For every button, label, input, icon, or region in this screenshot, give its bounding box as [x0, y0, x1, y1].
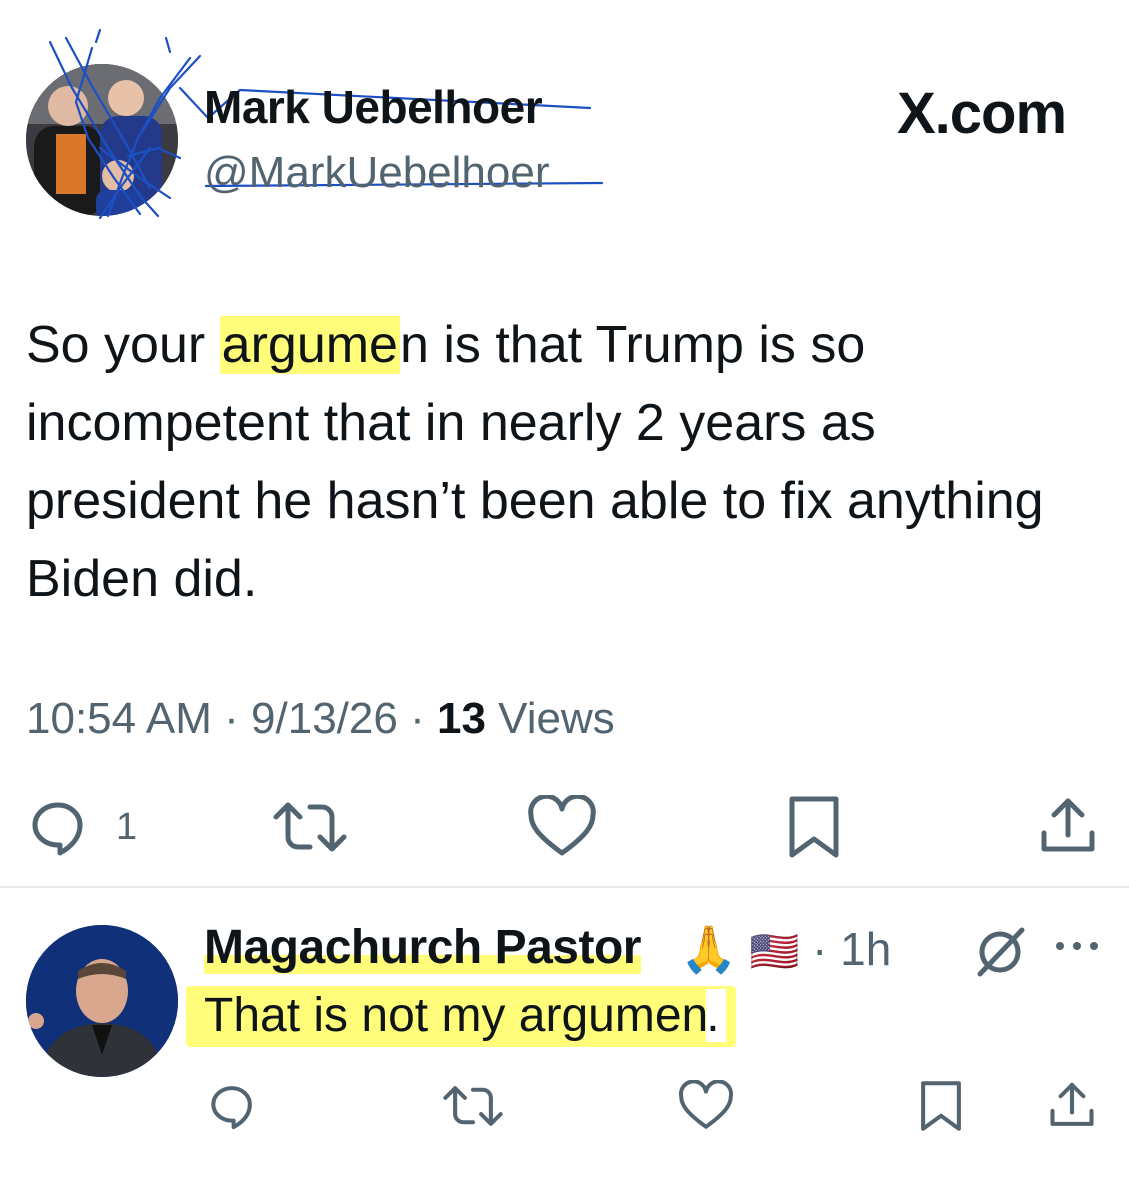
tweet-meta: 10:54 AM · 9/13/26 · 13 Views — [26, 694, 615, 744]
reply-count: 1 — [116, 806, 138, 848]
retweet-icon[interactable] — [440, 1080, 506, 1132]
praying-hands-icon: 🙏 — [680, 923, 738, 975]
author-avatar[interactable] — [26, 64, 178, 216]
views-label: Views — [498, 694, 615, 743]
reply-emoji-group: 🙏 🇺🇸 — [680, 922, 800, 977]
bookmark-icon[interactable] — [786, 795, 842, 859]
more-icon[interactable] — [1054, 936, 1100, 956]
reply-time-text: 1h — [840, 923, 892, 975]
reply-separator: · — [812, 923, 828, 975]
reply-text-rest: . — [706, 989, 726, 1042]
share-icon[interactable] — [1036, 795, 1100, 859]
retweet-icon[interactable] — [270, 795, 350, 859]
x-brand-label: X.com — [897, 81, 1067, 146]
views-count: 13 — [436, 694, 486, 743]
divider — [0, 886, 1129, 888]
bookmark-icon[interactable] — [918, 1080, 964, 1132]
tweet-time[interactable]: 10:54 AM — [26, 694, 212, 743]
tweet-text-highlight: argume — [219, 316, 400, 374]
tweet-date[interactable]: 9/13/26 — [251, 694, 398, 743]
grok-icon[interactable] — [972, 924, 1028, 980]
reply-time[interactable]: · 1h — [812, 922, 891, 976]
tweet-text: So your argumen is that Trump is so inco… — [26, 306, 1096, 618]
reply-author-name-text: Magachurch Pastor — [204, 921, 641, 974]
reply-text: That is not my argumen. — [186, 986, 736, 1047]
meta-separator: · — [410, 694, 425, 743]
reply-avatar[interactable] — [26, 925, 178, 1077]
like-icon[interactable] — [527, 795, 597, 859]
like-icon[interactable] — [678, 1080, 734, 1132]
author-name[interactable]: Mark Uebelhoer — [204, 80, 543, 134]
tweet-text-start: So your — [26, 316, 220, 374]
author-handle[interactable]: @MarkUebelhoer — [204, 148, 549, 198]
reply-author-name[interactable]: Magachurch Pastor — [204, 920, 641, 975]
reply-icon[interactable] — [206, 1080, 258, 1132]
reply-text-highlight: That is not my argumen — [204, 989, 709, 1042]
share-icon[interactable] — [1046, 1080, 1098, 1132]
meta-separator: · — [224, 694, 239, 743]
reply-icon[interactable] — [26, 795, 90, 859]
us-flag-icon: 🇺🇸 — [749, 930, 800, 974]
